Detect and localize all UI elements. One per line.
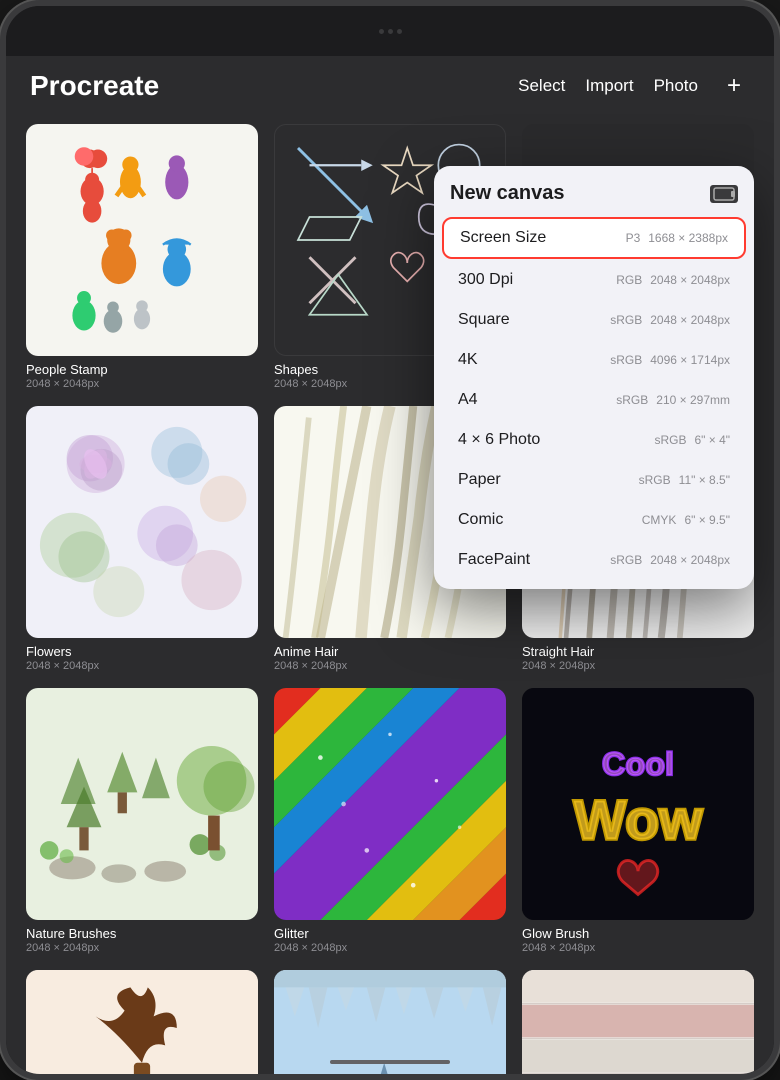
list-item[interactable]: Glitter 2048 × 2048px: [274, 688, 506, 954]
canvas-option-size: 6" × 4": [694, 433, 730, 447]
ipad-frame: Procreate Select Import Photo +: [0, 0, 780, 1080]
canvas-option-details: CMYK 6" × 9.5": [642, 513, 730, 527]
gallery-label: Flowers: [26, 644, 258, 659]
canvas-option-details: sRGB 6" × 4": [654, 433, 730, 447]
popup-title: New canvas: [450, 182, 565, 205]
canvas-option-details: sRGB 11" × 8.5": [639, 473, 730, 487]
canvas-option-size: 210 × 297mm: [656, 393, 730, 407]
canvas-option-name: 4K: [458, 351, 478, 369]
list-item[interactable]: Flowers 2048 × 2048px: [26, 406, 258, 672]
canvas-option-color: sRGB: [610, 353, 642, 367]
gallery-sublabel: 2048 × 2048px: [274, 660, 506, 672]
canvas-option-size: 1668 × 2388px: [648, 231, 728, 245]
gallery-sublabel: 2048 × 2048px: [26, 942, 258, 954]
gallery-label: Straight Hair: [522, 644, 754, 659]
select-button[interactable]: Select: [518, 76, 565, 96]
canvas-option-name: 300 Dpi: [458, 271, 513, 289]
thumb-people-stamp: [26, 124, 258, 356]
canvas-option-4x6[interactable]: 4 × 6 Photo sRGB 6" × 4": [442, 421, 746, 459]
canvas-option-4k[interactable]: 4K sRGB 4096 × 1714px: [442, 341, 746, 379]
thumb-flowers: [26, 406, 258, 638]
canvas-option-size: 4096 × 1714px: [650, 353, 730, 367]
canvas-option-size: 2048 × 2048px: [650, 553, 730, 567]
gallery-label: Nature Brushes: [26, 926, 258, 941]
list-item[interactable]: Brick & Animal Print 2048 × 2048px: [522, 970, 754, 1076]
scroll-indicator: [330, 1060, 450, 1064]
canvas-option-color: RGB: [616, 273, 642, 287]
main-content: Procreate Select Import Photo +: [6, 56, 774, 1076]
canvas-option-300dpi[interactable]: 300 Dpi RGB 2048 × 2048px: [442, 261, 746, 299]
top-bar: [6, 6, 774, 56]
import-button[interactable]: Import: [585, 76, 633, 96]
canvas-option-details: sRGB 2048 × 2048px: [610, 553, 730, 567]
add-button[interactable]: +: [718, 70, 750, 102]
canvas-option-size: 6" × 9.5": [684, 513, 730, 527]
canvas-option-comic[interactable]: Comic CMYK 6" × 9.5": [442, 501, 746, 539]
gallery-sublabel: 2048 × 2048px: [26, 378, 258, 390]
thumb-glow: Cool Cool Wow Wow: [522, 688, 754, 920]
canvas-option-details: sRGB 4096 × 1714px: [610, 353, 730, 367]
thumb-nature: [26, 688, 258, 920]
photo-button[interactable]: Photo: [654, 76, 698, 96]
list-item[interactable]: Autumn 2048 × 2048px: [26, 970, 258, 1076]
canvas-option-details: sRGB 2048 × 2048px: [610, 313, 730, 327]
canvas-option-name: FacePaint: [458, 551, 530, 569]
svg-text:Wow: Wow: [574, 789, 704, 851]
canvas-option-name: A4: [458, 391, 478, 409]
dot3: [397, 29, 402, 34]
canvas-option-facepaint[interactable]: FacePaint sRGB 2048 × 2048px: [442, 541, 746, 579]
gallery-label: People Stamp: [26, 362, 258, 377]
canvas-option-details: RGB 2048 × 2048px: [616, 273, 730, 287]
dot2: [388, 29, 393, 34]
gallery-sublabel: 2048 × 2048px: [26, 660, 258, 672]
canvas-option-color: CMYK: [642, 513, 677, 527]
canvas-option-name: Comic: [458, 511, 503, 529]
new-canvas-popup: New canvas Screen Size P3 1668 × 2388px: [434, 166, 754, 589]
canvas-option-screen-size[interactable]: Screen Size P3 1668 × 2388px: [442, 217, 746, 259]
gallery-sublabel: 2048 × 2048px: [522, 660, 754, 672]
canvas-option-color: sRGB: [610, 553, 642, 567]
gallery-label: Glitter: [274, 926, 506, 941]
canvas-option-details: P3 1668 × 2388px: [626, 231, 728, 245]
thumb-glitter: [274, 688, 506, 920]
canvas-option-color: sRGB: [654, 433, 686, 447]
canvas-option-color: P3: [626, 231, 641, 245]
thumb-brick-animal: [522, 970, 754, 1076]
thumb-autumn: [26, 970, 258, 1076]
header: Procreate Select Import Photo +: [6, 56, 774, 116]
canvas-option-color: sRGB: [639, 473, 671, 487]
canvas-option-size: 2048 × 2048px: [650, 313, 730, 327]
canvas-option-name: 4 × 6 Photo: [458, 431, 540, 449]
canvas-icon: [710, 185, 738, 203]
canvas-option-square[interactable]: Square sRGB 2048 × 2048px: [442, 301, 746, 339]
canvas-option-color: sRGB: [610, 313, 642, 327]
list-item[interactable]: Nature Brushes 2048 × 2048px: [26, 688, 258, 954]
canvas-option-color: sRGB: [616, 393, 648, 407]
canvas-option-size: 2048 × 2048px: [650, 273, 730, 287]
canvas-option-a4[interactable]: A4 sRGB 210 × 297mm: [442, 381, 746, 419]
svg-text:Cool: Cool: [602, 746, 674, 782]
canvas-option-name: Screen Size: [460, 229, 546, 247]
app-title: Procreate: [30, 70, 159, 102]
canvas-option-details: sRGB 210 × 297mm: [616, 393, 730, 407]
gallery-label: Glow Brush: [522, 926, 754, 941]
canvas-option-name: Square: [458, 311, 510, 329]
canvas-option-name: Paper: [458, 471, 501, 489]
camera-dots: [379, 29, 402, 34]
header-actions: Select Import Photo +: [518, 70, 750, 102]
gallery-sublabel: 2048 × 2048px: [522, 942, 754, 954]
list-item[interactable]: Cool Cool Wow Wow Glow Brush 2048 × 2048…: [522, 688, 754, 954]
canvas-option-paper[interactable]: Paper sRGB 11" × 8.5": [442, 461, 746, 499]
gallery-label: Anime Hair: [274, 644, 506, 659]
canvas-option-size: 11" × 8.5": [679, 473, 730, 487]
popup-header: New canvas: [434, 166, 754, 213]
list-item[interactable]: People Stamp 2048 × 2048px: [26, 124, 258, 390]
dot1: [379, 29, 384, 34]
gallery-sublabel: 2048 × 2048px: [274, 942, 506, 954]
popup-list: Screen Size P3 1668 × 2388px 300 Dpi RGB…: [434, 213, 754, 589]
